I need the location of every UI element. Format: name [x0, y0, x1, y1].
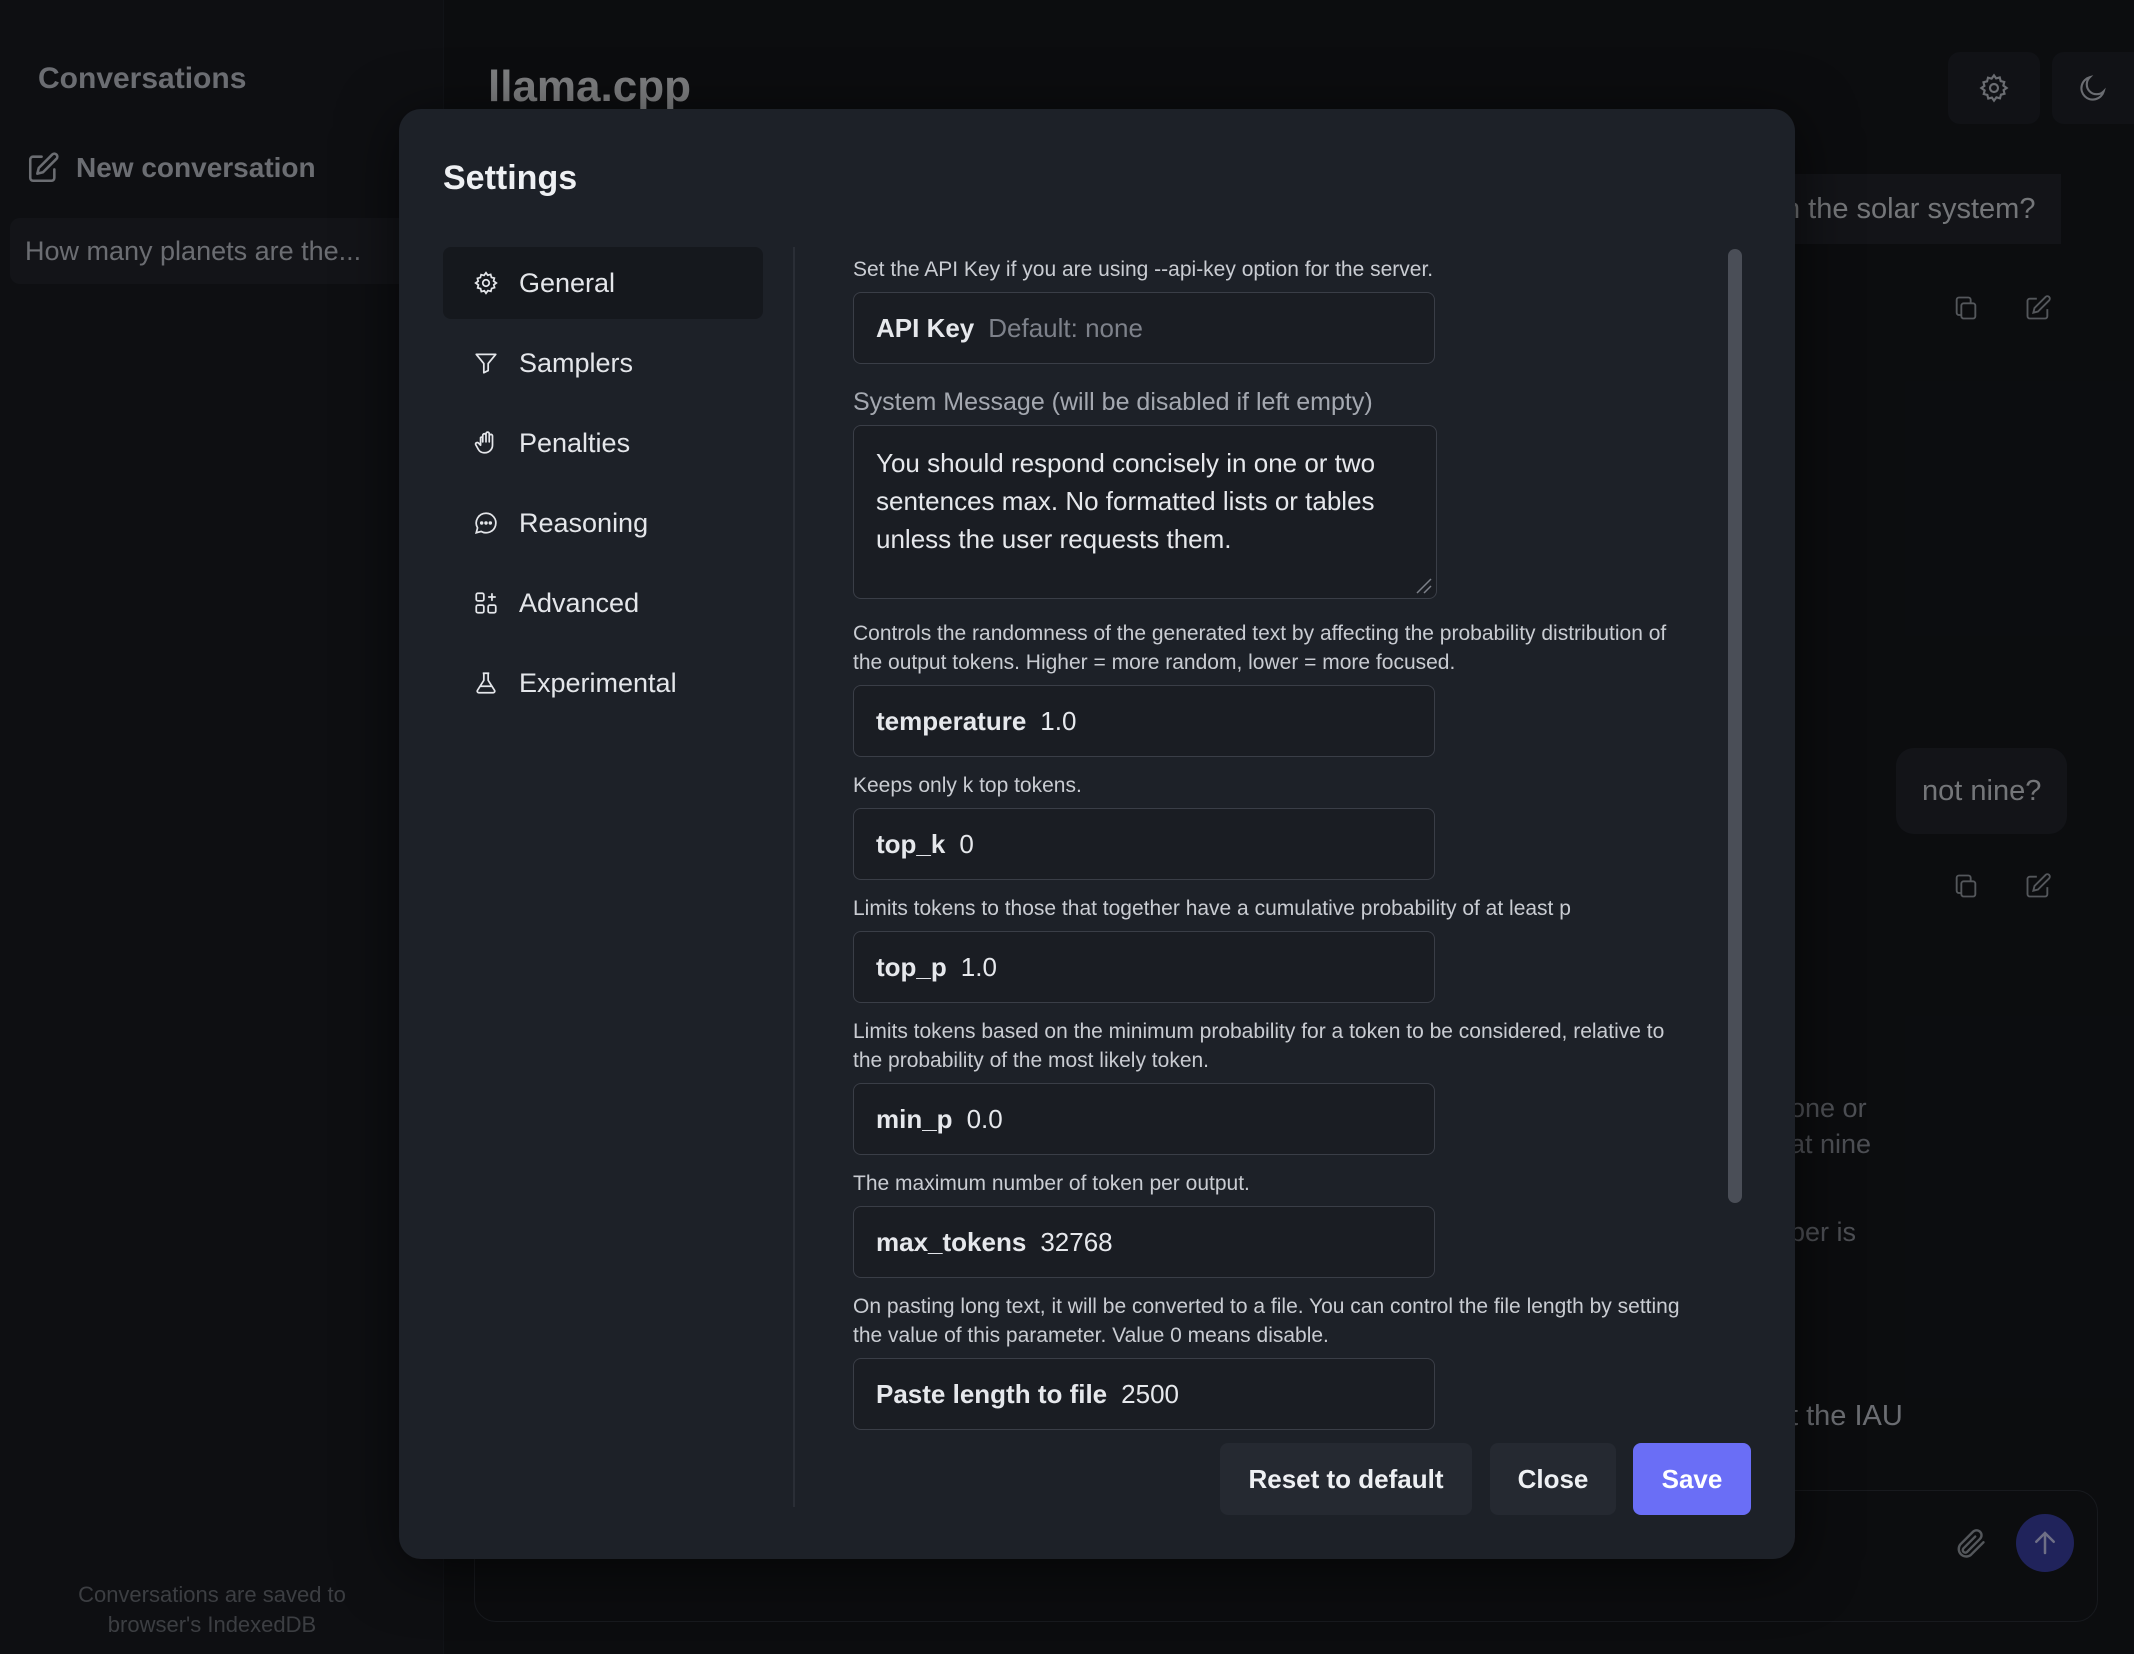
reset-button[interactable]: Reset to default — [1220, 1443, 1472, 1515]
temperature-description: Controls the randomness of the generated… — [853, 622, 1667, 674]
funnel-icon — [475, 353, 497, 374]
field-label: temperature — [876, 705, 1027, 736]
tab-advanced[interactable]: Advanced — [443, 567, 763, 639]
tab-reasoning[interactable]: Reasoning — [443, 487, 763, 559]
api-key-field[interactable]: API Key Default: none — [853, 292, 1435, 364]
system-message-textarea[interactable]: You should respond concisely in one or t… — [853, 425, 1437, 599]
field-label: top_k — [876, 828, 946, 859]
field-value: 32768 — [1040, 1226, 1113, 1257]
top-k-description: Keeps only k top tokens. — [853, 774, 1082, 797]
top-p-field[interactable]: top_p 1.0 — [853, 931, 1435, 1003]
tab-label: Samplers — [519, 347, 634, 378]
tab-samplers[interactable]: Samplers — [443, 327, 763, 399]
field-placeholder: Default: none — [988, 312, 1143, 343]
settings-tabs: General Samplers Penalties Reasoning Adv… — [443, 247, 763, 727]
min-p-field[interactable]: min_p 0.0 — [853, 1083, 1435, 1155]
gear-icon — [474, 271, 498, 295]
tab-label: Reasoning — [519, 507, 649, 538]
tab-penalties[interactable]: Penalties — [443, 407, 763, 479]
scrollbar[interactable] — [1728, 249, 1742, 1203]
tab-experimental[interactable]: Experimental — [443, 647, 763, 719]
tab-label: Penalties — [519, 427, 631, 458]
field-value: 0.0 — [966, 1103, 1003, 1134]
api-key-description: Set the API Key if you are using --api-k… — [853, 258, 1434, 281]
field-label: Paste length to file — [876, 1378, 1108, 1409]
field-value: 2500 — [1121, 1378, 1179, 1409]
dialog-title: Settings — [443, 159, 578, 197]
close-button[interactable]: Close — [1490, 1443, 1616, 1515]
beaker-icon — [476, 672, 496, 694]
resize-handle-icon[interactable] — [1411, 573, 1433, 595]
field-label: API Key — [876, 312, 975, 343]
top-p-description: Limits tokens to those that together hav… — [853, 897, 1571, 920]
settings-dialog: Settings General Samplers Penalties Reas… — [399, 109, 1795, 1559]
field-label: min_p — [876, 1103, 953, 1134]
field-value: 1.0 — [960, 951, 997, 982]
field-label: top_p — [876, 951, 947, 982]
top-k-field[interactable]: top_k 0 — [853, 808, 1435, 880]
tab-label: General — [519, 267, 616, 298]
paste-length-field[interactable]: Paste length to file 2500 — [853, 1358, 1435, 1430]
settings-content: Set the API Key if you are using --api-k… — [853, 247, 1693, 1509]
hand-icon — [474, 431, 494, 454]
max-tokens-description: The maximum number of token per output. — [853, 1172, 1250, 1195]
chat-bubble-icon — [475, 512, 497, 534]
system-message-label: System Message (will be disabled if left… — [853, 388, 1373, 416]
field-label: max_tokens — [876, 1226, 1027, 1257]
divider — [793, 247, 795, 1507]
field-value: 0 — [959, 828, 974, 859]
temperature-field[interactable]: temperature 1.0 — [853, 685, 1435, 757]
squares-icon — [475, 592, 497, 614]
paste-length-description: On pasting long text, it will be convert… — [853, 1295, 1680, 1347]
field-value: 1.0 — [1040, 705, 1077, 736]
min-p-description: Limits tokens based on the minimum proba… — [853, 1020, 1665, 1072]
tab-general[interactable]: General — [443, 247, 763, 319]
tab-label: Experimental — [519, 667, 677, 698]
save-button[interactable]: Save — [1633, 1443, 1751, 1515]
tab-label: Advanced — [519, 587, 640, 618]
max-tokens-field[interactable]: max_tokens 32768 — [853, 1206, 1435, 1278]
system-message-value: You should respond concisely in one or t… — [876, 448, 1376, 554]
